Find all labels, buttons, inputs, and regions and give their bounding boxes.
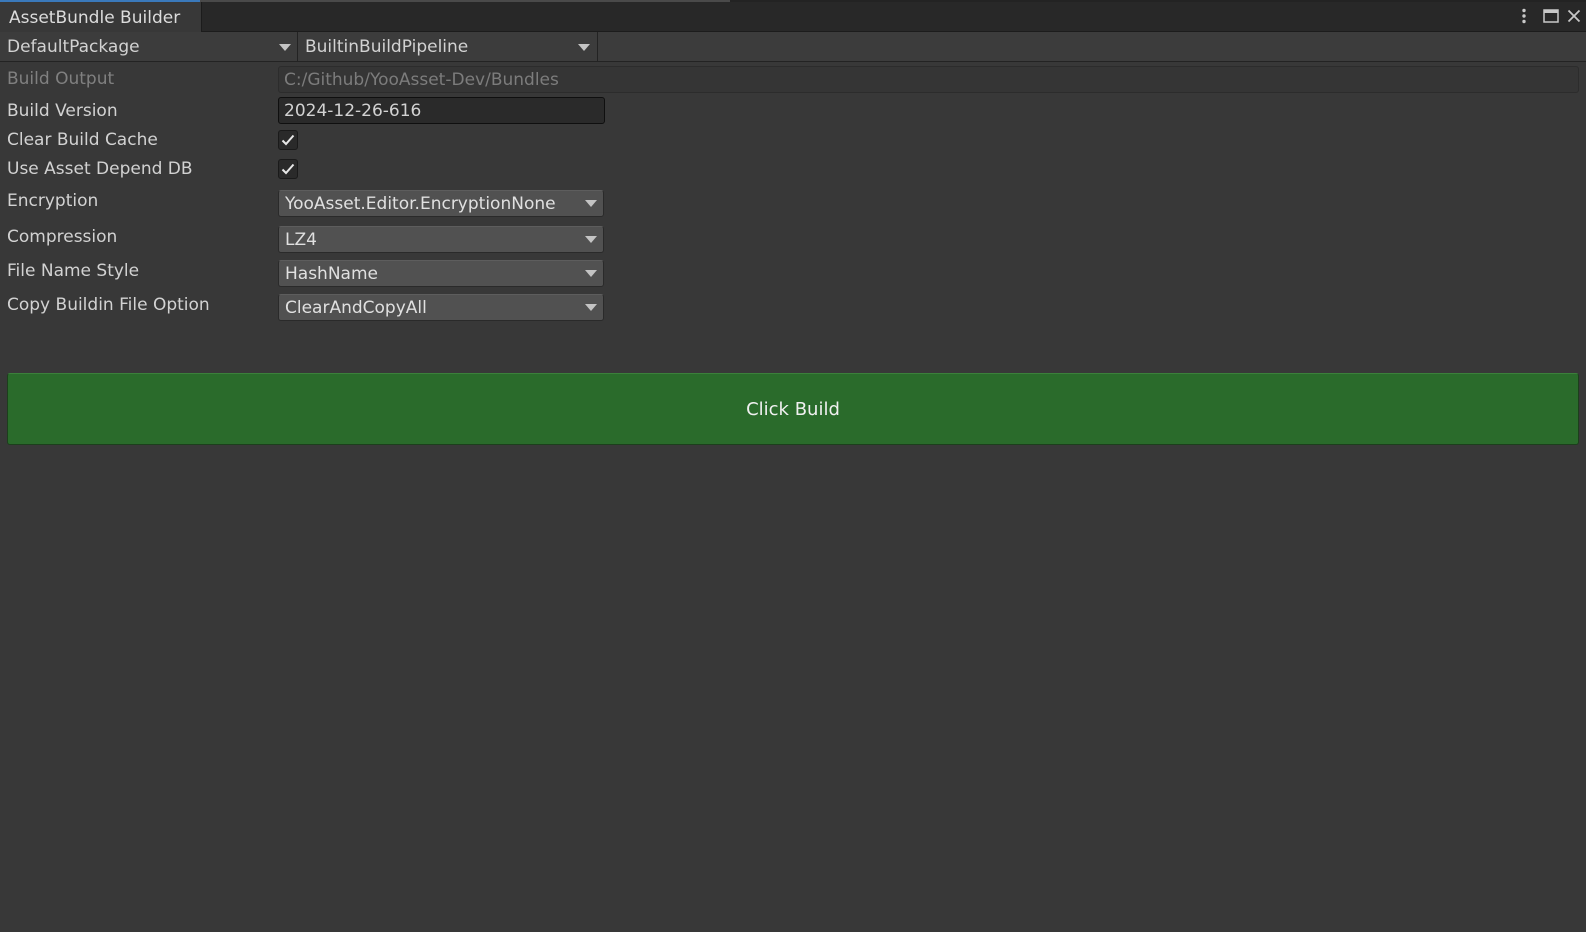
- compression-value: LZ4: [285, 230, 317, 250]
- close-icon[interactable]: [1563, 5, 1585, 27]
- copy-buildin-file-option-dropdown[interactable]: ClearAndCopyAll: [278, 294, 604, 321]
- tab-assetbundle-builder[interactable]: AssetBundle Builder: [0, 2, 202, 32]
- pipeline-dropdown-value: BuiltinBuildPipeline: [305, 37, 469, 57]
- build-output-value: C:/Github/YooAsset-Dev/Bundles: [284, 70, 559, 90]
- build-output-field: C:/Github/YooAsset-Dev/Bundles: [278, 66, 1579, 93]
- build-output-label: Build Output: [7, 69, 115, 89]
- use-asset-depend-db-label: Use Asset Depend DB: [7, 159, 193, 179]
- tab-title: AssetBundle Builder: [9, 8, 181, 28]
- copy-buildin-file-option-value: ClearAndCopyAll: [285, 298, 427, 318]
- chevron-down-icon: [585, 270, 597, 277]
- maximize-icon[interactable]: [1540, 5, 1562, 27]
- chevron-down-icon: [585, 236, 597, 243]
- checkmark-icon: [281, 163, 295, 175]
- file-name-style-dropdown[interactable]: HashName: [278, 260, 604, 287]
- titlebar-top-line: [0, 0, 1586, 2]
- chevron-down-icon: [578, 44, 590, 51]
- file-name-style-label: File Name Style: [7, 261, 140, 281]
- package-dropdown-value: DefaultPackage: [7, 37, 140, 57]
- compression-label: Compression: [7, 227, 118, 247]
- clear-build-cache-label: Clear Build Cache: [7, 130, 158, 150]
- click-build-button[interactable]: Click Build: [7, 373, 1579, 445]
- pipeline-dropdown[interactable]: BuiltinBuildPipeline: [298, 32, 598, 62]
- vertical-ellipsis-icon[interactable]: [1513, 5, 1535, 27]
- clear-build-cache-checkbox[interactable]: [278, 130, 298, 150]
- compression-dropdown[interactable]: LZ4: [278, 226, 604, 253]
- use-asset-depend-db-checkbox[interactable]: [278, 159, 298, 179]
- chevron-down-icon: [585, 200, 597, 207]
- package-dropdown[interactable]: DefaultPackage: [0, 32, 298, 62]
- build-version-input[interactable]: 2024-12-26-616: [278, 97, 605, 124]
- chevron-down-icon: [585, 304, 597, 311]
- encryption-dropdown[interactable]: YooAsset.Editor.EncryptionNone: [278, 190, 604, 217]
- encryption-value: YooAsset.Editor.EncryptionNone: [285, 194, 556, 214]
- chevron-down-icon: [279, 44, 291, 51]
- build-version-label: Build Version: [7, 101, 118, 121]
- toolbar: DefaultPackage BuiltinBuildPipeline: [0, 32, 1586, 62]
- file-name-style-value: HashName: [285, 264, 378, 284]
- checkmark-icon: [281, 134, 295, 146]
- window-titlebar: AssetBundle Builder: [0, 0, 1586, 32]
- click-build-label: Click Build: [746, 398, 840, 420]
- titlebar-segment: [200, 0, 730, 2]
- build-version-value: 2024-12-26-616: [284, 101, 422, 121]
- encryption-label: Encryption: [7, 191, 99, 211]
- copy-buildin-file-option-label: Copy Buildin File Option: [7, 295, 210, 315]
